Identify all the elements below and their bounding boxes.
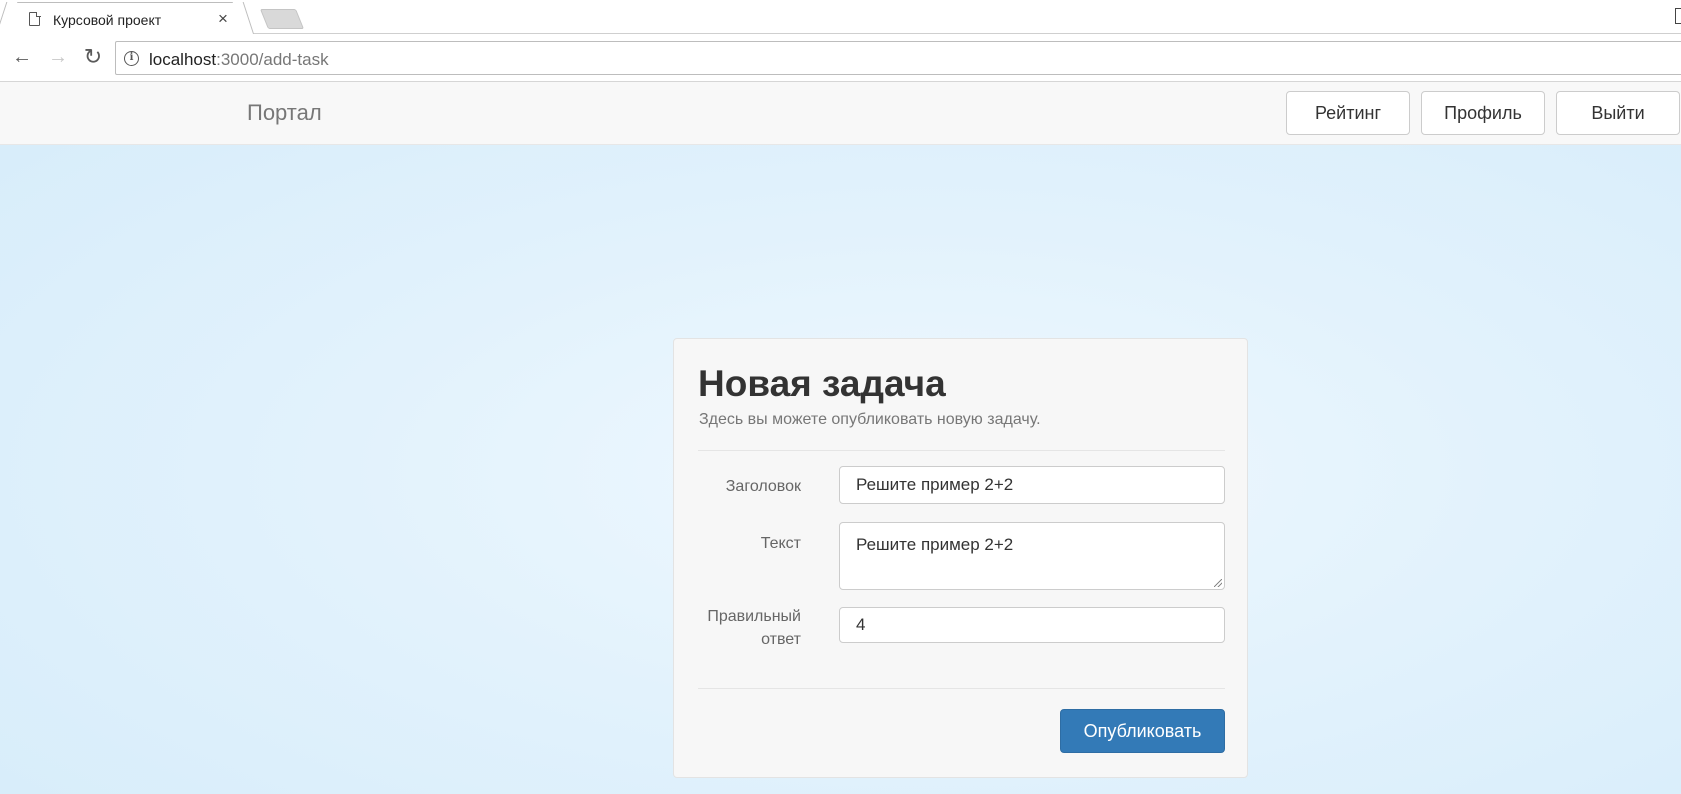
browser-tabstrip: Курсовой проект × xyxy=(0,0,1681,35)
rating-button[interactable]: Рейтинг xyxy=(1286,91,1410,135)
browser-toolbar: ← → ↻ i localhost:3000/add-task xyxy=(0,34,1681,82)
divider xyxy=(698,688,1225,689)
divider xyxy=(698,450,1225,451)
answer-label-line1: Правильный xyxy=(707,608,801,625)
text-textarea-value: Решите пример 2+2 xyxy=(856,535,1014,554)
text-textarea[interactable]: Решите пример 2+2 xyxy=(839,522,1225,590)
site-navbar: Портал Рейтинг Профиль Выйти xyxy=(0,82,1681,145)
title-label: Заголовок xyxy=(725,478,801,495)
close-icon[interactable]: × xyxy=(218,9,228,29)
address-bar[interactable]: i localhost:3000/add-task xyxy=(115,41,1681,75)
logout-button[interactable]: Выйти xyxy=(1556,91,1680,135)
document-icon xyxy=(29,11,41,26)
answer-label: Правильный ответ xyxy=(707,605,801,651)
new-task-card: Новая задача Здесь вы можете опубликоват… xyxy=(673,338,1248,778)
brand-link[interactable]: Портал xyxy=(247,100,322,126)
url-host: localhost xyxy=(149,50,217,69)
url-text[interactable]: localhost:3000/add-task xyxy=(149,50,329,70)
back-arrow-icon[interactable]: ← xyxy=(9,44,35,70)
profile-button[interactable]: Профиль xyxy=(1421,91,1545,135)
publish-button[interactable]: Опубликовать xyxy=(1060,709,1225,753)
window-restore-icon[interactable] xyxy=(1675,8,1681,24)
tab-title: Курсовой проект xyxy=(53,12,162,28)
page-subtitle: Здесь вы можете опубликовать новую задач… xyxy=(699,411,1041,428)
reload-icon[interactable]: ↻ xyxy=(80,44,106,70)
page-title: Новая задача xyxy=(698,363,946,404)
title-input[interactable]: Решите пример 2+2 xyxy=(839,466,1225,504)
text-label: Текст xyxy=(760,535,801,552)
new-tab-button[interactable] xyxy=(259,9,305,29)
info-icon[interactable]: i xyxy=(124,51,139,66)
browser-tab[interactable]: Курсовой проект × xyxy=(6,2,244,35)
answer-input[interactable]: 4 xyxy=(839,607,1225,643)
page-viewport: Портал Рейтинг Профиль Выйти Новая задач… xyxy=(0,82,1681,794)
forward-arrow-icon[interactable]: → xyxy=(45,44,71,70)
url-path: :3000/add-task xyxy=(216,50,329,69)
answer-label-line2: ответ xyxy=(761,631,801,648)
resize-grip-icon[interactable] xyxy=(1214,579,1222,587)
